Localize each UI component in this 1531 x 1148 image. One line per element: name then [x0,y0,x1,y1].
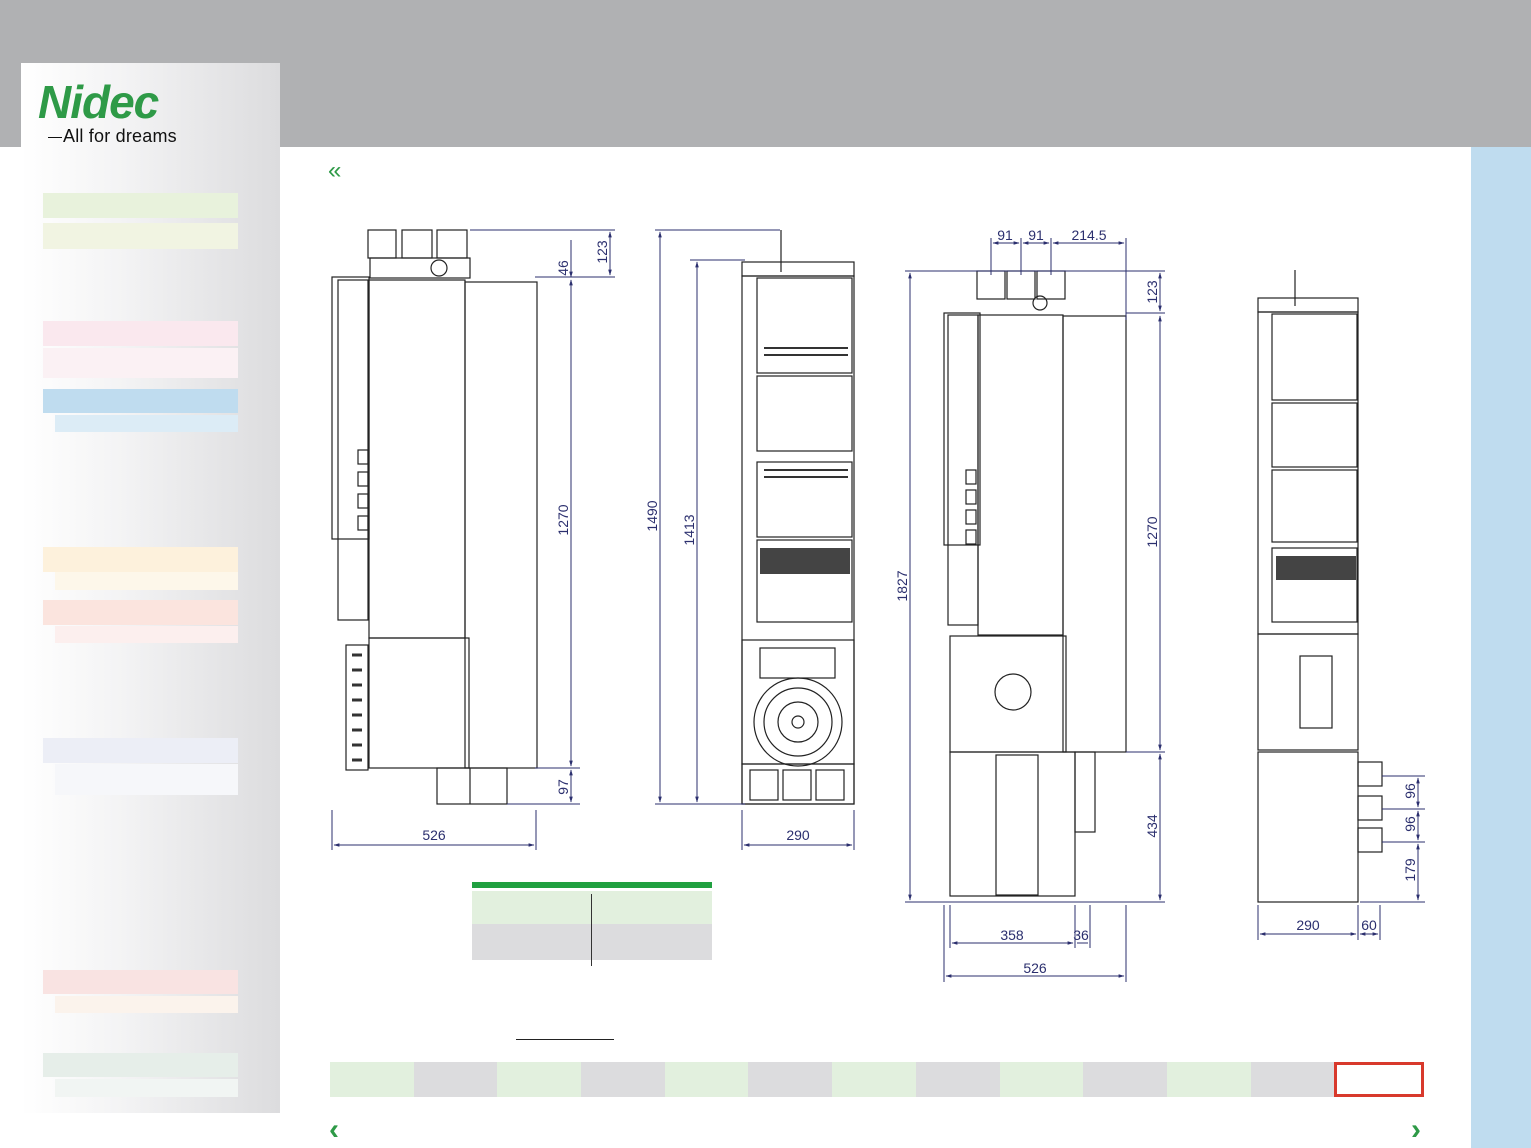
front-view-1 [331,229,538,805]
table-cell [472,924,592,960]
table-row [472,924,712,960]
dim-label: 123 [594,240,610,264]
underline-link[interactable] [516,1039,614,1040]
page-tab[interactable] [413,1062,498,1097]
dim-label: 1270 [555,504,571,535]
page-tab[interactable] [1166,1062,1251,1097]
page-tab[interactable] [330,1062,414,1097]
table-divider [591,894,592,966]
page-tab[interactable] [581,1062,665,1097]
page-tab[interactable] [1083,1062,1167,1097]
side-view-2 [1257,270,1383,903]
chevron-right-icon[interactable]: › [1411,1113,1421,1147]
dim-label: 358 [1000,927,1024,943]
chevron-left-icon[interactable]: ‹ [329,1113,339,1147]
dim-label: 179 [1402,858,1418,882]
dim-label: 91 [1028,227,1044,243]
dim-label: 214.5 [1071,227,1106,243]
dim-label: 123 [1144,280,1160,304]
page-tab[interactable] [748,1062,833,1097]
dim-label: 1413 [681,514,697,545]
table-cell [592,924,712,960]
table-cell [592,891,712,925]
dimension-drawings: 526 123 46 1270 97 1490 1413 290 91 91 2… [331,227,1425,982]
dim-label: 36 [1073,927,1089,943]
page-tabs [330,1062,1424,1097]
dim-label: 60 [1361,917,1377,933]
side-view-1 [741,230,855,805]
page-tab[interactable] [999,1062,1084,1097]
page-tab[interactable] [832,1062,916,1097]
dim-label: 1490 [644,500,660,531]
dim-label: 526 [422,827,446,843]
dim-label: 1827 [894,570,910,601]
dim-label: 97 [555,779,571,795]
front-view-2 [943,270,1127,897]
page-tab[interactable] [915,1062,1000,1097]
page-tab[interactable] [497,1062,582,1097]
page-tab[interactable] [1250,1062,1335,1097]
dim-label: 290 [1296,917,1320,933]
dim-label: 46 [555,260,571,276]
dim-label: 96 [1402,783,1418,799]
spec-table [472,882,712,966]
table-cell [472,891,592,925]
dim-label: 91 [997,227,1013,243]
dim-label: 434 [1144,814,1160,838]
dim-label: 1270 [1144,516,1160,547]
page-tab[interactable] [664,1062,749,1097]
table-row [472,888,712,925]
page-tab-active[interactable] [1334,1062,1424,1097]
dim-label: 290 [786,827,810,843]
dim-label: 96 [1402,816,1418,832]
dim-label: 526 [1023,960,1047,976]
